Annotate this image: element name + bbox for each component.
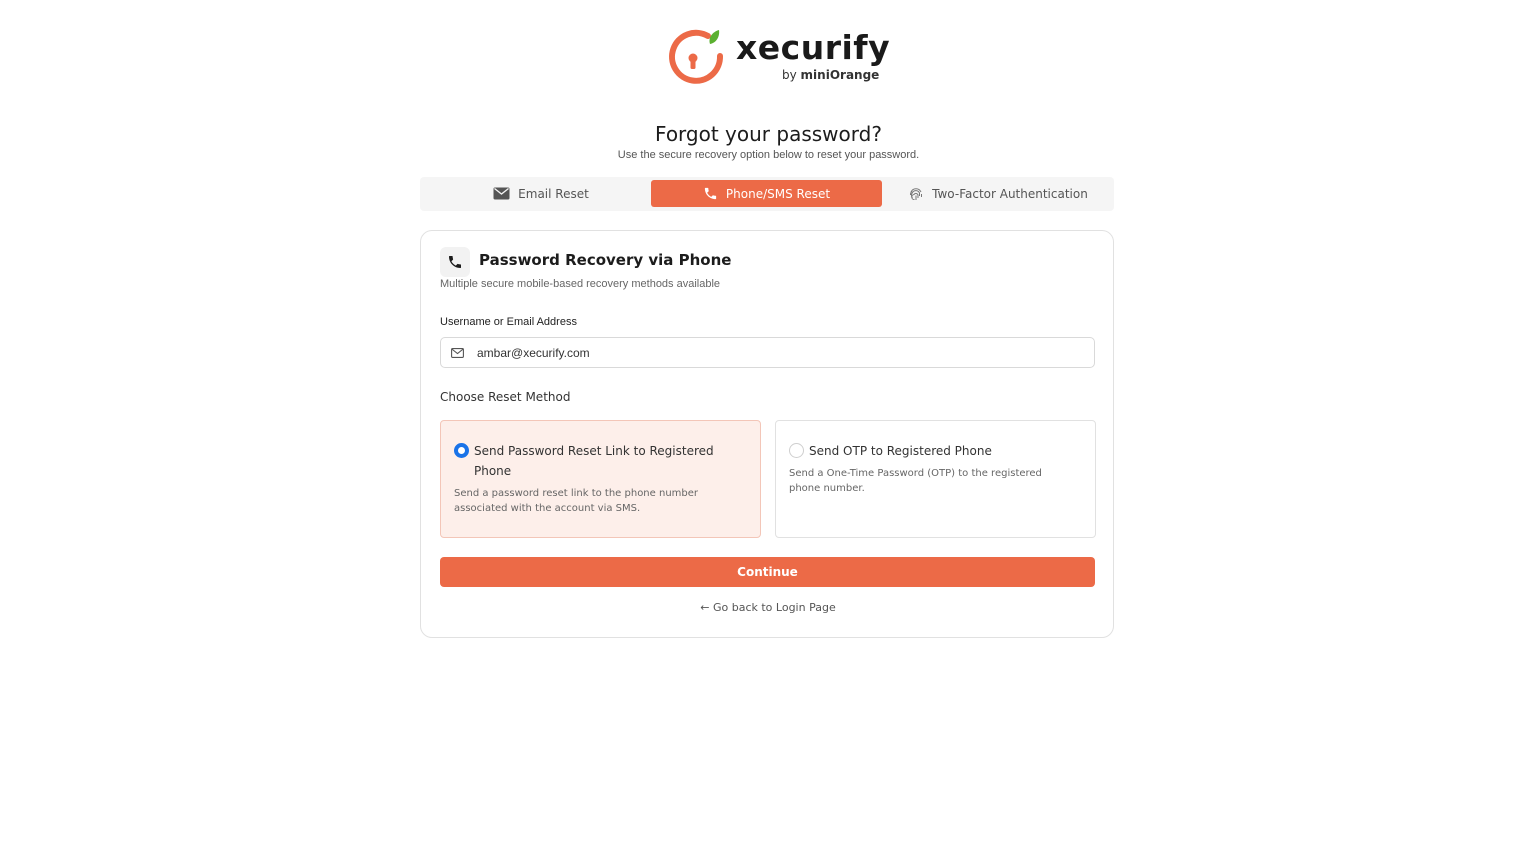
reset-method-label: Choose Reset Method — [440, 390, 571, 404]
option-send-otp[interactable]: Send OTP to Registered Phone Send a One-… — [775, 420, 1096, 538]
mail-icon — [451, 347, 464, 358]
option-reset-link-title: Send Password Reset Link to Registered P… — [474, 444, 714, 478]
tab-two-factor-authentication-label: Two-Factor Authentication — [932, 186, 1088, 201]
page-title: Forgot your password? — [655, 122, 882, 146]
reset-method-tabs: Email Reset Phone/SMS Reset Two-Factor A… — [420, 177, 1114, 211]
option-reset-link-description: Send a password reset link to the phone … — [454, 488, 699, 514]
brand-name: xecurify — [736, 28, 891, 67]
fingerprint-icon — [910, 187, 923, 200]
card-title: Password Recovery via Phone — [479, 251, 732, 269]
phone-icon — [704, 187, 717, 200]
card-phone-icon-wrap — [440, 247, 470, 277]
phone-icon — [449, 256, 461, 268]
envelope-icon — [493, 187, 510, 200]
brand-byline: by miniOrange — [782, 68, 879, 82]
brand-by-name: miniOrange — [800, 68, 880, 82]
option-send-otp-title: Send OTP to Registered Phone — [809, 444, 992, 458]
option-send-otp-description: Send a One-Time Password (OTP) to the re… — [789, 468, 1042, 494]
tab-phone-sms-reset[interactable]: Phone/SMS Reset — [651, 180, 882, 207]
continue-button[interactable]: Continue — [440, 557, 1095, 587]
back-to-login-link[interactable]: ← Go back to Login Page — [421, 601, 1115, 614]
option-send-otp-radio[interactable] — [789, 443, 804, 458]
recovery-card: Password Recovery via Phone Multiple sec… — [420, 230, 1114, 638]
card-subtitle: Multiple secure mobile-based recovery me… — [440, 278, 721, 290]
tab-two-factor-authentication[interactable]: Two-Factor Authentication — [890, 180, 1106, 207]
page-subtitle: Use the secure recovery option below to … — [617, 149, 920, 161]
username-input[interactable] — [477, 345, 1094, 360]
tab-email-reset[interactable]: Email Reset — [430, 180, 652, 207]
tab-phone-sms-reset-label: Phone/SMS Reset — [725, 186, 831, 201]
username-field[interactable] — [440, 337, 1095, 368]
xecurify-logo-icon — [669, 29, 724, 84]
tab-email-reset-label: Email Reset — [518, 186, 589, 201]
brand-by-prefix: by — [782, 68, 797, 82]
option-reset-link[interactable]: Send Password Reset Link to Registered P… — [440, 420, 761, 538]
username-field-label: Username or Email Address — [440, 316, 577, 328]
option-reset-link-radio[interactable] — [454, 443, 469, 458]
brand-logo: xecurify by miniOrange — [664, 26, 890, 88]
